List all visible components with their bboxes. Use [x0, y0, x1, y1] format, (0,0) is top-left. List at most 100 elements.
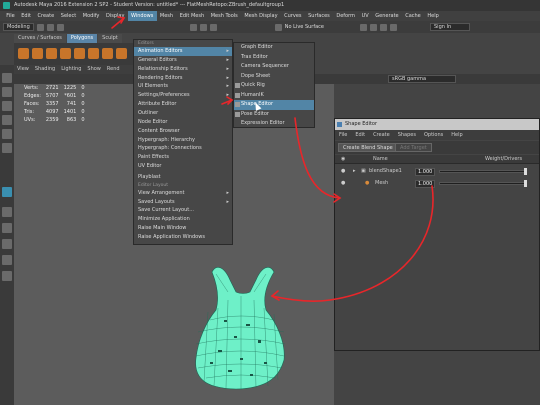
windows-menu-item[interactable]: Outliner — [134, 109, 232, 118]
menu-uv[interactable]: UV — [358, 11, 372, 21]
menu-mesh-tools[interactable]: Mesh Tools — [207, 11, 241, 21]
menu-mesh-display[interactable]: Mesh Display — [241, 11, 281, 21]
mode-dropdown[interactable]: Modeling — [3, 23, 34, 31]
menu-display[interactable]: Display — [103, 11, 128, 21]
visibility-dot-icon[interactable]: ● — [341, 166, 345, 177]
weight-slider[interactable] — [439, 180, 527, 187]
windows-menu-item[interactable]: Settings/Preferences ▸ — [134, 91, 232, 100]
hypershade-icon[interactable] — [390, 23, 397, 31]
sign-in-button[interactable]: Sign In — [430, 23, 470, 31]
shape-editor-menu-item[interactable]: Help — [447, 130, 466, 140]
windows-menu-item[interactable]: Paint Effects — [134, 153, 232, 162]
render-settings-icon[interactable] — [380, 23, 387, 31]
windows-menu-item[interactable]: Hypergraph: Connections — [134, 144, 232, 153]
slider-knob[interactable] — [524, 180, 527, 187]
windows-menu-item[interactable]: UV Editor — [134, 162, 232, 171]
save-scene-icon[interactable] — [56, 23, 64, 31]
panel-menu-item[interactable]: Shading — [32, 65, 58, 74]
snap-point-icon[interactable] — [209, 23, 217, 31]
paint-select-icon[interactable] — [2, 101, 12, 111]
add-target-button[interactable]: Add Target — [395, 143, 432, 152]
visibility-dot-icon[interactable]: ● — [341, 178, 345, 189]
animation-submenu-item[interactable]: Expression Editor — [234, 119, 314, 129]
menu-select[interactable]: Select — [57, 11, 79, 21]
color-space-dropdown[interactable]: sRGB gamma — [388, 75, 456, 83]
slider-knob[interactable] — [524, 168, 527, 175]
weight-field[interactable]: 1.000 — [415, 167, 435, 176]
ipr-render-icon[interactable] — [370, 23, 377, 31]
mesh-object[interactable] — [188, 262, 294, 392]
menu-generate[interactable]: Generate — [372, 11, 402, 21]
menu-modify[interactable]: Modify — [80, 11, 103, 21]
shape-editor-menu-item[interactable]: Shapes — [394, 130, 420, 140]
windows-menu-item[interactable]: Minimize Application — [134, 215, 232, 224]
windows-menu-item[interactable]: Node Editor — [134, 118, 232, 127]
windows-menu-item[interactable]: View Arrangement ▸ — [134, 189, 232, 198]
new-scene-icon[interactable] — [36, 23, 44, 31]
shape-editor-menu-item[interactable]: File — [335, 130, 351, 140]
rotate-tool-icon[interactable] — [2, 129, 12, 139]
menu-edit[interactable]: Edit — [18, 11, 34, 21]
shelf-tab[interactable]: Curves / Surfaces — [14, 34, 66, 43]
shelf-tab[interactable]: Sculpt — [98, 34, 122, 43]
windows-menu-item[interactable]: Save Current Layout... — [134, 206, 232, 215]
snap-grid-icon[interactable] — [189, 23, 197, 31]
layout-graph-icon[interactable] — [2, 255, 12, 265]
menu-help[interactable]: Help — [424, 11, 442, 21]
poly-combine-icon[interactable] — [116, 48, 127, 59]
panel-menu-item[interactable]: Lighting — [58, 65, 84, 74]
windows-menu-item[interactable]: Content Browser — [134, 127, 232, 136]
panel-menu-item[interactable]: View — [14, 65, 32, 74]
shape-editor-menu-item[interactable]: Create — [369, 130, 394, 140]
lasso-tool-icon[interactable] — [2, 87, 12, 97]
layout-outliner-icon[interactable] — [2, 239, 12, 249]
windows-menu-item[interactable]: Saved Layouts ▸ — [134, 198, 232, 207]
windows-menu-item[interactable]: Playblast — [134, 173, 232, 182]
table-row[interactable]: ● ▸ ▣ blendShape1 1.000 — [335, 166, 539, 177]
animation-submenu-item[interactable]: HumanIK — [234, 91, 314, 101]
windows-menu-item[interactable]: Rendering Editors ▸ — [134, 74, 232, 83]
live-surface-icon[interactable] — [274, 23, 282, 31]
create-blend-shape-button[interactable]: Create Blend Shape — [338, 143, 398, 152]
menu-windows[interactable]: Windows — [127, 11, 157, 21]
layout-uv-icon[interactable] — [2, 271, 12, 281]
table-row[interactable]: ● ● Mesh 1.000 — [335, 178, 539, 189]
poly-disc-icon[interactable] — [102, 48, 113, 59]
windows-menu-item[interactable]: Attribute Editor — [134, 100, 232, 109]
windows-menu-item[interactable]: Hypergraph: Hierarchy — [134, 136, 232, 145]
poly-cube-icon[interactable] — [32, 48, 43, 59]
menu-surfaces[interactable]: Surfaces — [305, 11, 333, 21]
poly-cylinder-icon[interactable] — [46, 48, 57, 59]
windows-menu-item[interactable]: General Editors ▸ — [134, 56, 232, 65]
poly-sphere-icon[interactable] — [18, 48, 29, 59]
animation-submenu-item[interactable]: Graph Editor — [234, 43, 314, 53]
panel-menu-item[interactable]: Show — [84, 65, 104, 74]
poly-plane-icon[interactable] — [88, 48, 99, 59]
animation-submenu-item[interactable]: Shape Editor — [234, 100, 314, 110]
layout-single-icon[interactable] — [2, 187, 12, 197]
shape-editor-menu-item[interactable]: Options — [420, 130, 447, 140]
snap-curve-icon[interactable] — [199, 23, 207, 31]
shelf-tab[interactable]: Polygons — [66, 34, 98, 43]
menu-cache[interactable]: Cache — [402, 11, 424, 21]
windows-menu-item[interactable]: Raise Application Windows — [134, 233, 232, 242]
live-surface-label[interactable]: No Live Surface — [285, 24, 324, 30]
animation-submenu-item[interactable]: Quick Rig — [234, 81, 314, 91]
menu-curves[interactable]: Curves — [281, 11, 305, 21]
weight-field[interactable]: 1.000 — [415, 179, 435, 188]
expand-icon[interactable]: ▸ — [353, 166, 356, 177]
weight-slider[interactable] — [439, 168, 527, 175]
layout-side-icon[interactable] — [2, 223, 12, 233]
menu-file[interactable]: File — [3, 11, 18, 21]
windows-menu-item[interactable]: Relationship Editors ▸ — [134, 65, 232, 74]
render-icon[interactable] — [360, 23, 367, 31]
poly-torus-icon[interactable] — [74, 48, 85, 59]
poly-cone-icon[interactable] — [60, 48, 71, 59]
animation-submenu-item[interactable]: Pose Editor — [234, 110, 314, 120]
windows-menu-item[interactable]: Animation Editors ▸ — [134, 47, 232, 56]
menu-mesh[interactable]: Mesh — [157, 11, 177, 21]
select-tool-icon[interactable] — [2, 73, 12, 83]
scale-tool-icon[interactable] — [2, 143, 12, 153]
shape-editor-menu-item[interactable]: Edit — [351, 130, 369, 140]
windows-menu-item[interactable]: Raise Main Window — [134, 224, 232, 233]
